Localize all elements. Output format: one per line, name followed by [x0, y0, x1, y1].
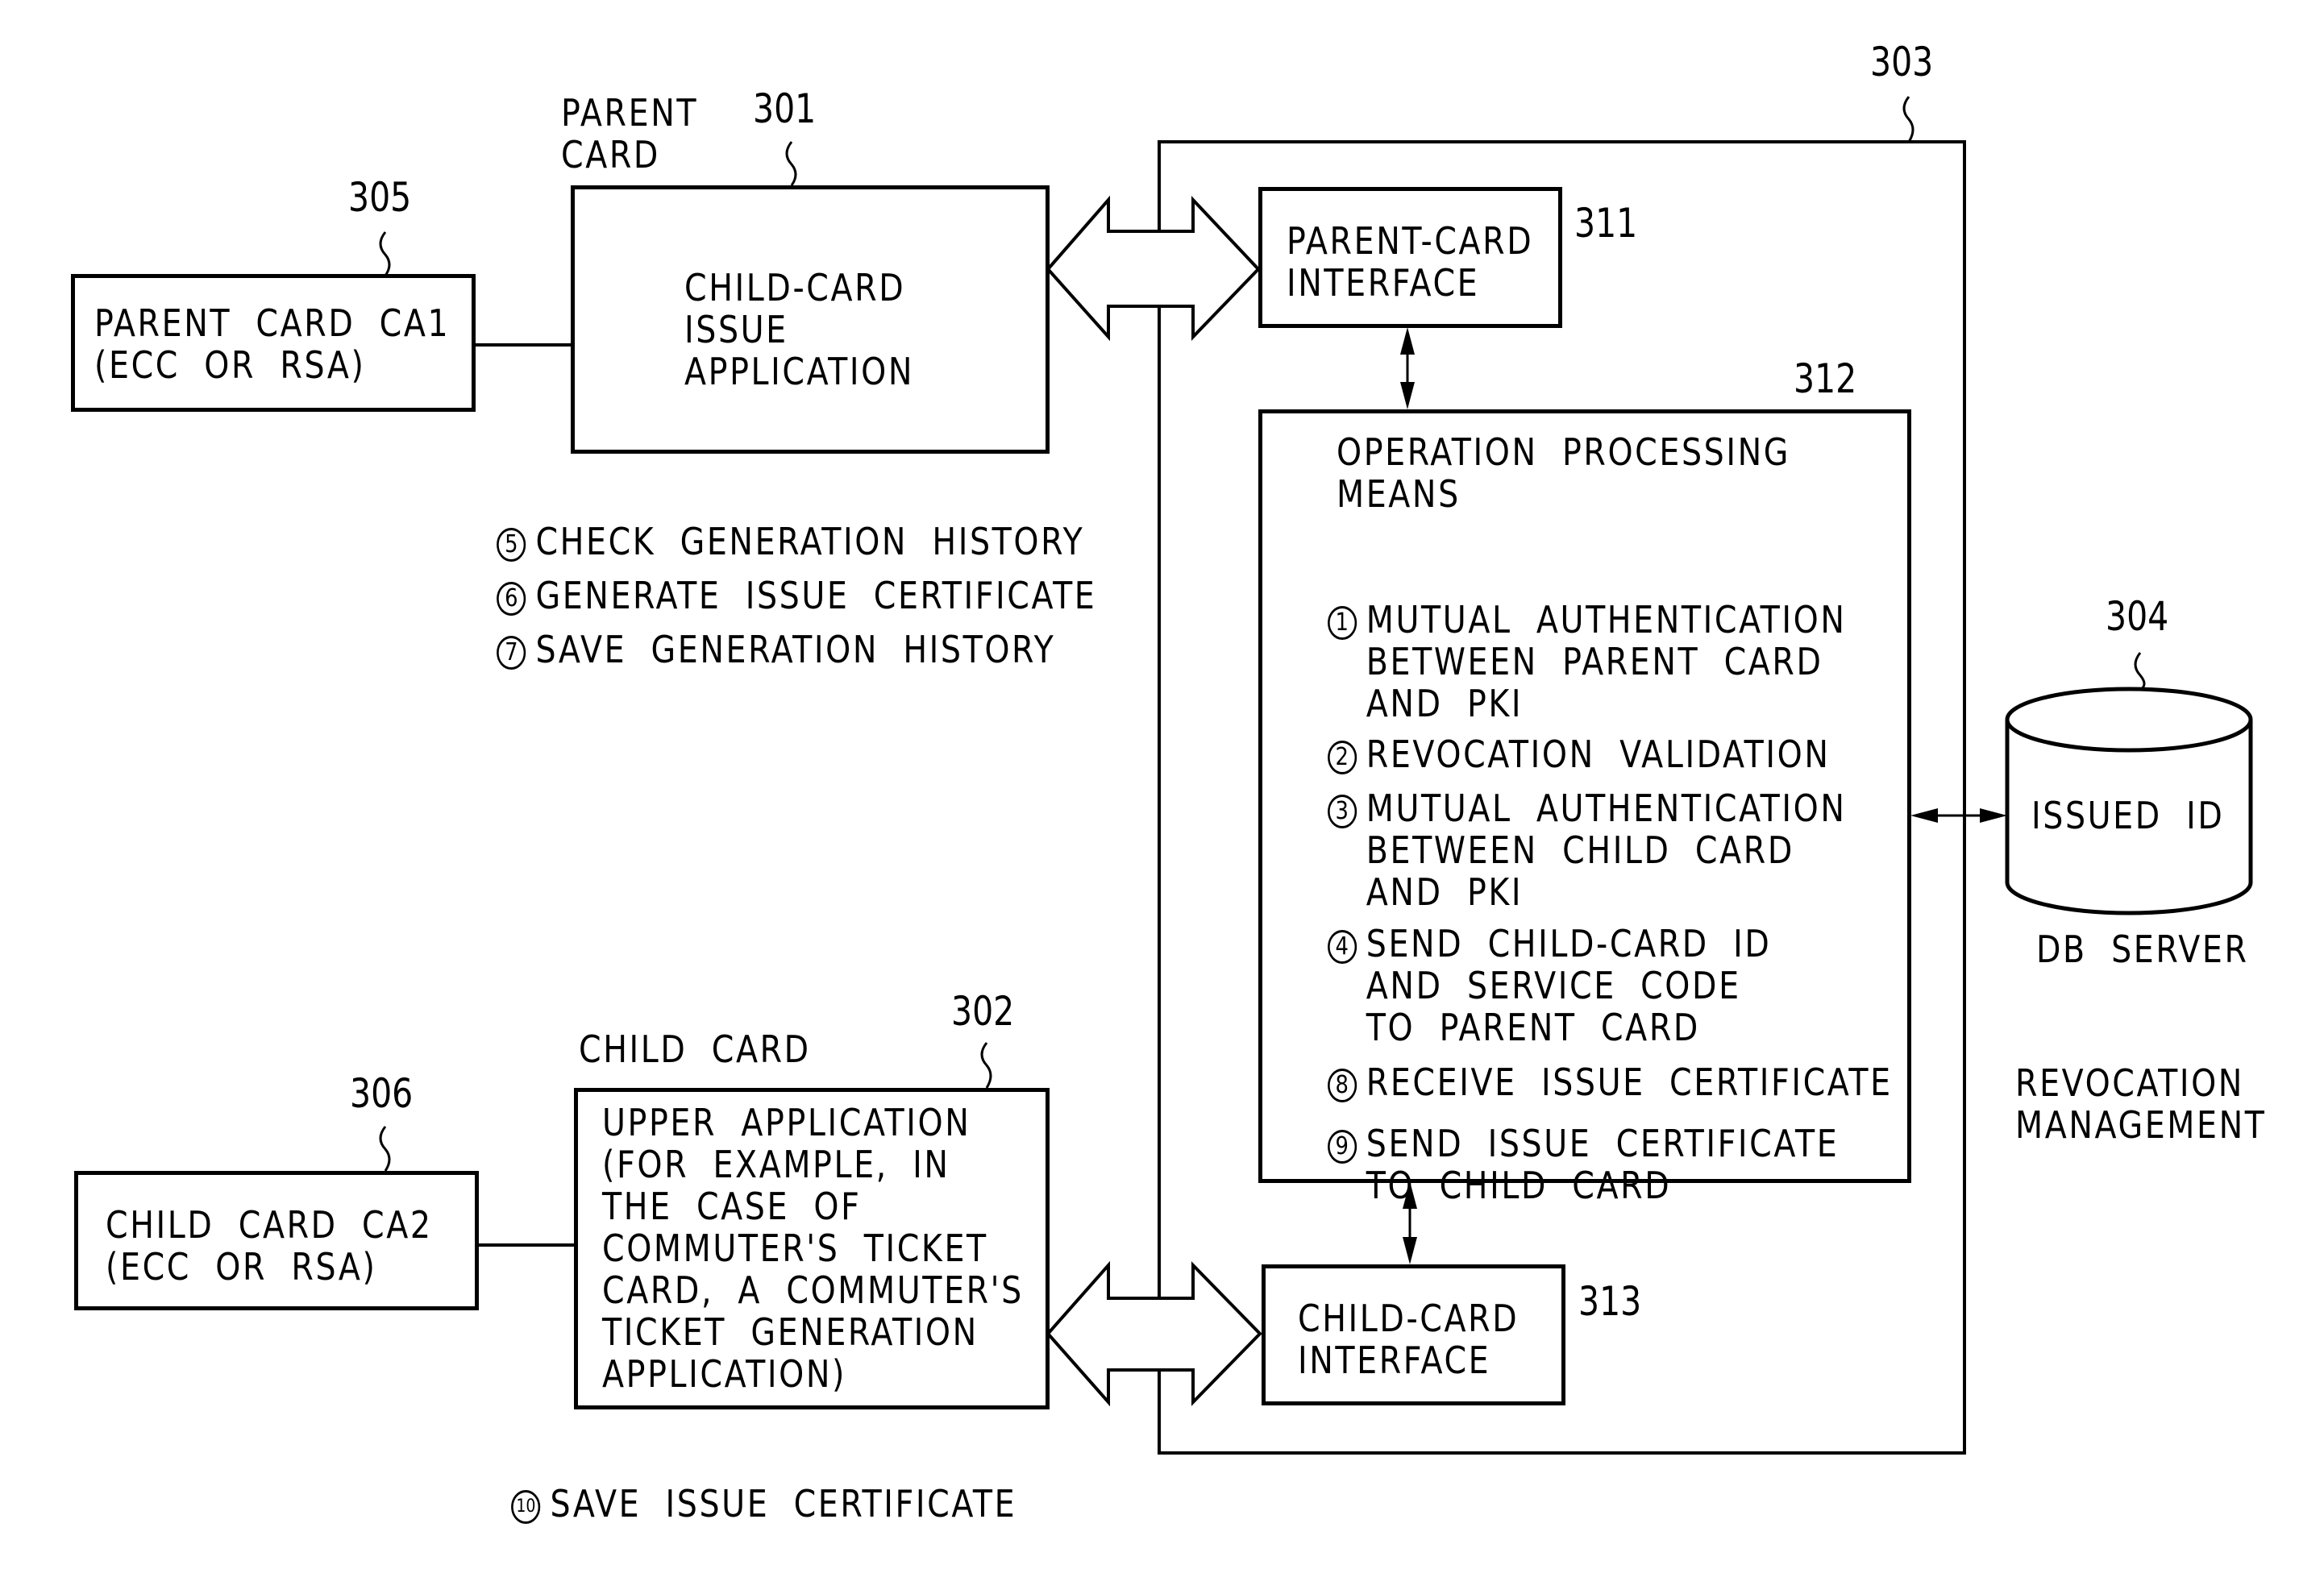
step-10-text: SAVE ISSUE CERTIFICATE [550, 1482, 1017, 1525]
operation-processing-means-box: OPERATION PROCESSING MEANS 1 MUTUAL AUTHE… [1258, 409, 1911, 1206]
revocation-management-label: REVOCATION MANAGEMENT [2015, 1061, 2267, 1147]
step-number-4: 4 [1327, 929, 1357, 964]
leader-302 [980, 1042, 992, 1089]
step-number-9: 9 [1327, 1129, 1357, 1164]
ref-311: 311 [1574, 200, 1638, 247]
block-arrow-child-interface [1046, 1260, 1262, 1407]
child-card-interface-text: CHILD-CARD INTERFACE [1298, 1297, 1520, 1382]
step-7-text: SAVE GENERATION HISTORY [535, 628, 1056, 671]
ref-301: 301 [753, 85, 817, 132]
step-number-3: 3 [1327, 794, 1357, 828]
upper-application-text: UPPER APPLICATION (FOR EXAMPLE, IN THE C… [602, 1101, 1024, 1396]
issued-id-text: ISSUED ID [2031, 794, 2225, 837]
arrow-312-db [1910, 808, 2007, 823]
parent-card-interface-text: PARENT-CARD INTERFACE [1287, 219, 1534, 305]
ref-305: 305 [348, 174, 412, 221]
child-card-issue-application-box: CHILD-CARD ISSUE APPLICATION [571, 185, 1050, 454]
leader-304 [2134, 652, 2146, 691]
arrow-311-312 [1400, 327, 1415, 409]
leader-306 [379, 1126, 391, 1172]
child-card-label: CHILD CARD [579, 1027, 811, 1071]
step-7: 7 SAVE GENERATION HISTORY [472, 587, 1055, 670]
child-card-interface-box: CHILD-CARD INTERFACE [1262, 1264, 1565, 1405]
child-card-ca2-text: CHILD CARD CA2 (ECC OR RSA) [106, 1203, 433, 1289]
parent-card-label: PARENT CARD [561, 91, 699, 176]
ref-302: 302 [951, 988, 1015, 1035]
ref-312: 312 [1794, 355, 1857, 402]
step-number-10: 10 [511, 1489, 541, 1524]
ref-304: 304 [2106, 593, 2169, 640]
leader-305 [379, 231, 391, 276]
ref-303: 303 [1870, 39, 1934, 85]
step-number-1: 1 [1327, 605, 1357, 640]
leader-303 [1902, 96, 1914, 143]
block-arrow-parent-interface [1046, 195, 1261, 342]
parent-card-ca1-text: PARENT CARD CA1 (ECC OR RSA) [94, 301, 451, 387]
upper-application-box: UPPER APPLICATION (FOR EXAMPLE, IN THE C… [574, 1088, 1050, 1409]
step-9: 9 SEND ISSUE CERTIFICATE TO CHILD CARD [1278, 1081, 1839, 1248]
ref-313: 313 [1578, 1278, 1642, 1325]
db-server-label: DB SERVER [2036, 928, 2249, 971]
step-number-7: 7 [497, 635, 526, 670]
ref-306: 306 [350, 1070, 414, 1117]
diagram-connectors [379, 96, 2253, 1455]
leader-301 [785, 141, 797, 186]
parent-card-ca1-box: PARENT CARD CA1 (ECC OR RSA) [71, 274, 476, 412]
step-10: 10 SAVE ISSUE CERTIFICATE [487, 1441, 1016, 1525]
parent-card-interface-box: PARENT-CARD INTERFACE [1258, 187, 1562, 328]
step-9-text: SEND ISSUE CERTIFICATE TO CHILD CARD [1366, 1122, 1840, 1207]
child-card-ca2-box: CHILD CARD CA2 (ECC OR RSA) [74, 1171, 479, 1310]
child-card-issue-application-text: CHILD-CARD ISSUE APPLICATION [684, 266, 915, 393]
operation-processing-title: OPERATION PROCESSING MEANS [1337, 430, 1791, 516]
